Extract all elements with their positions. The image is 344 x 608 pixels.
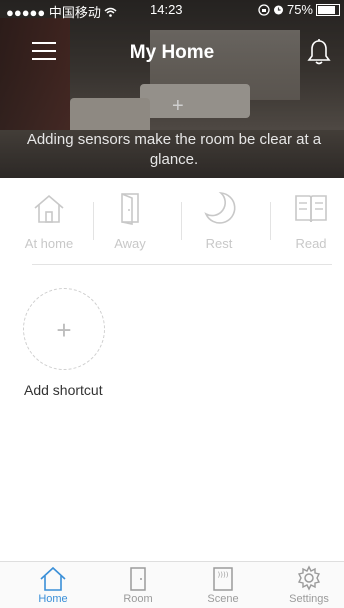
- carrier-label: ●●●●● 中国移动: [6, 2, 117, 21]
- mode-divider: [93, 202, 94, 240]
- battery-icon: [316, 3, 340, 16]
- mode-label: Read: [295, 236, 327, 251]
- scene-icon: )))): [213, 567, 233, 591]
- divider: [32, 264, 332, 265]
- door-icon: [121, 193, 139, 225]
- mode-label: At home: [24, 236, 74, 251]
- mode-divider: [270, 202, 271, 240]
- status-right: 75%: [258, 2, 340, 17]
- tab-settings[interactable]: Settings: [274, 564, 344, 605]
- svg-text:)))): )))): [218, 571, 229, 579]
- tab-label: Scene: [207, 593, 239, 605]
- mode-label: Away: [114, 236, 146, 251]
- home-icon: [40, 566, 66, 591]
- add-shortcut-button[interactable]: +: [23, 288, 105, 370]
- nav-bar: My Home: [0, 32, 344, 72]
- battery-percent: 75%: [286, 2, 313, 17]
- wifi-icon: [104, 7, 117, 17]
- tab-scene[interactable]: )))) Scene: [188, 564, 258, 605]
- tab-bar: Home Room )))) Scene Settings: [0, 561, 344, 608]
- plus-icon: +: [56, 315, 72, 345]
- tab-label: Home: [38, 593, 68, 605]
- rotation-lock-icon: [258, 3, 270, 16]
- mode-label: Rest: [205, 236, 233, 251]
- tab-label: Room: [123, 593, 153, 605]
- moon-icon: [204, 191, 236, 224]
- room-door-icon: [130, 567, 146, 591]
- mode-divider: [181, 202, 182, 240]
- add-sensor-plus-icon[interactable]: +: [172, 95, 190, 117]
- tab-home[interactable]: Home: [18, 564, 88, 605]
- add-shortcut-label: Add shortcut: [24, 382, 103, 398]
- tab-label: Settings: [289, 593, 329, 605]
- hero-message: Adding sensors make the room be clear at…: [26, 131, 322, 168]
- house-icon: [34, 194, 64, 223]
- clock: 14:23: [150, 2, 183, 17]
- mode-bar: At home Away Rest Read: [0, 188, 344, 258]
- alarm-icon: [273, 5, 283, 15]
- gear-icon: [297, 565, 321, 591]
- bell-icon[interactable]: [306, 38, 332, 66]
- status-bar: ●●●●● 中国移动 14:23 75%: [0, 0, 344, 20]
- page-title: My Home: [129, 42, 215, 63]
- carrier-text: ●●●●● 中国移动: [6, 5, 105, 20]
- book-icon: [295, 195, 327, 223]
- tab-room[interactable]: Room: [103, 564, 173, 605]
